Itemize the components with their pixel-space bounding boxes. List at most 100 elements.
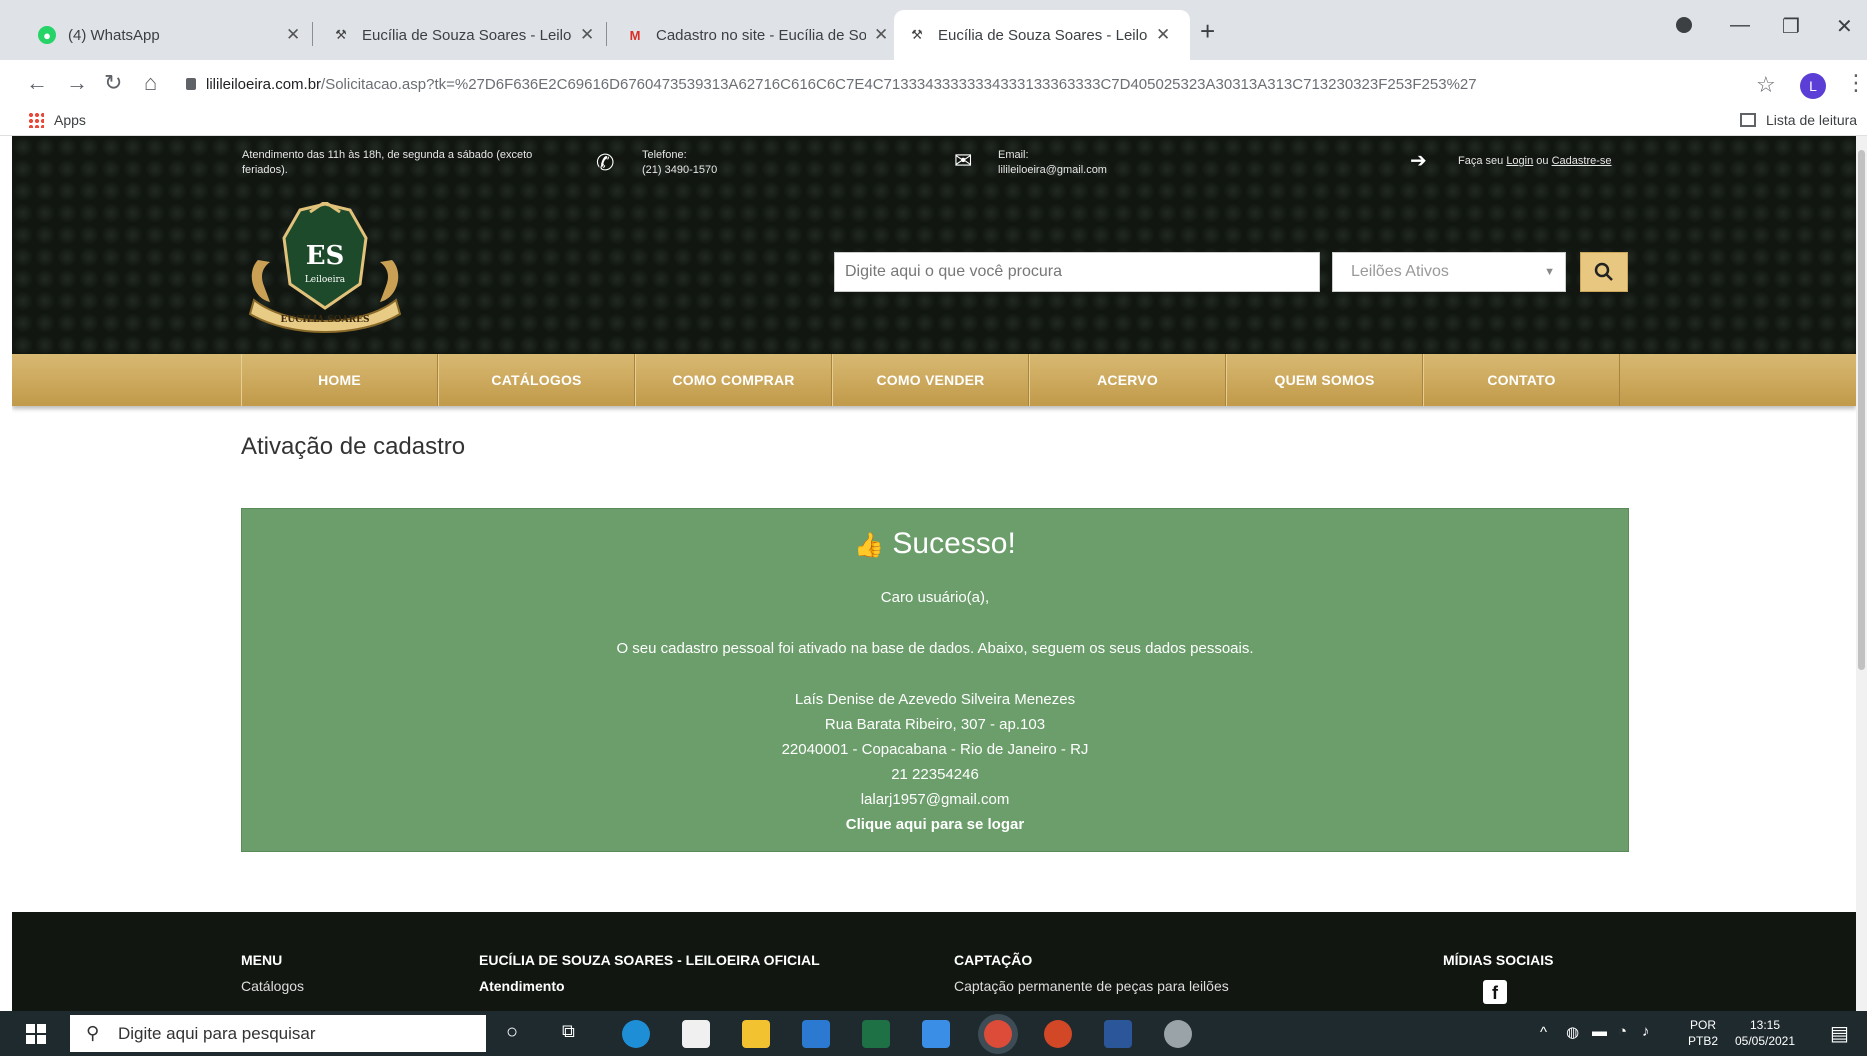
nav-como-vender[interactable]: COMO VENDER [832, 354, 1029, 406]
close-tab-icon[interactable]: ✕ [580, 25, 594, 45]
reload-icon[interactable]: ↻ [104, 70, 122, 96]
footer-capture-text: Captação permanente de peças para leilõe… [954, 978, 1229, 994]
tab-leiloeira-active[interactable]: ⚒ Eucília de Souza Soares - Leiloei ✕ [894, 10, 1190, 60]
login-or: ou [1536, 155, 1549, 167]
footer-menu-title: MENU [241, 952, 283, 968]
battery-icon[interactable]: ▬ [1592, 1023, 1607, 1040]
edge-icon[interactable] [622, 1020, 650, 1048]
new-tab-button[interactable]: + [1200, 16, 1215, 47]
minimize-icon[interactable]: — [1730, 14, 1750, 37]
close-tab-icon[interactable]: ✕ [1156, 25, 1170, 45]
nav-contato[interactable]: CONTATO [1423, 354, 1620, 406]
reading-list-button[interactable]: Lista de leitura [1740, 112, 1857, 128]
footer-company-sub: Atendimento [479, 978, 565, 994]
facebook-icon[interactable]: f [1483, 980, 1507, 1004]
gavel-icon: ⚒ [911, 27, 923, 42]
volume-icon[interactable]: ♪ [1642, 1023, 1650, 1040]
email-address[interactable]: lilileiloeira@gmail.com [998, 163, 1107, 178]
whatsapp-icon: ● [38, 26, 56, 44]
tab-search-icon[interactable] [1676, 16, 1692, 39]
close-window-icon[interactable]: ✕ [1836, 14, 1853, 39]
paint-icon[interactable] [1164, 1020, 1192, 1048]
menu-kebab-icon[interactable]: ⋮ [1845, 70, 1867, 96]
wifi-icon[interactable]: ◔ [1618, 1023, 1627, 1040]
search-input[interactable]: Digite aqui o que você procura [834, 252, 1320, 292]
search-icon [1594, 262, 1613, 281]
nav-home[interactable]: HOME [241, 354, 438, 406]
opening-hours: Atendimento das 11h às 18h, de segunda a… [242, 149, 533, 176]
tab-gmail[interactable]: M Cadastro no site - Eucília de Sou ✕ [612, 10, 902, 60]
excel-icon[interactable] [862, 1020, 890, 1048]
notification-icon[interactable]: ▤ [1830, 1021, 1849, 1046]
forward-icon[interactable]: → [66, 70, 88, 96]
close-tab-icon[interactable]: ✕ [874, 25, 888, 45]
nav-acervo[interactable]: ACERVO [1029, 354, 1226, 406]
clock-time: 13:15 [1749, 1018, 1781, 1032]
windows-start-icon[interactable] [26, 1024, 46, 1044]
login-link-button[interactable]: Clique aqui para se logar [242, 816, 1628, 833]
signup-link[interactable]: Cadastre-se [1552, 155, 1612, 167]
tab-whatsapp[interactable]: ● (4) WhatsApp ✕ [24, 10, 314, 60]
tab-title: Eucília de Souza Soares - Leiloei [938, 26, 1148, 44]
nav-catalogos[interactable]: CATÁLOGOS [438, 354, 635, 406]
bookmark-star-icon[interactable]: ☆ [1756, 72, 1776, 98]
address-bar-row: ← → ↻ ⌂ lilileiloeira.com.br/Solicitacao… [0, 60, 1867, 110]
thumbs-up-icon: 👍 [854, 532, 885, 559]
logo-subtitle: Leiloeira [305, 275, 346, 285]
nav-como-comprar[interactable]: COMO COMPRAR [635, 354, 832, 406]
auction-filter-select[interactable]: Leilões Ativos ▼ [1332, 252, 1566, 292]
store-icon[interactable] [682, 1020, 710, 1048]
file-explorer-icon[interactable] [742, 1020, 770, 1048]
taskbar-search-input[interactable]: ⚲ Digite aqui para pesquisar [70, 1015, 486, 1052]
apps-label: Apps [54, 112, 86, 128]
taskbar-search-placeholder: Digite aqui para pesquisar [118, 1024, 316, 1043]
mail-icon[interactable] [802, 1020, 830, 1048]
sign-in-icon: ➔ [1410, 150, 1427, 172]
tray-arrow-icon[interactable]: ^ [1540, 1024, 1547, 1041]
gmail-icon: M [629, 27, 641, 43]
language-indicator[interactable]: POR PTB2 [1688, 1017, 1718, 1049]
search-icon: ⚲ [86, 1023, 100, 1043]
apps-bookmark[interactable]: Apps [28, 112, 86, 128]
back-icon[interactable]: ← [26, 70, 48, 96]
keyboard-layout: PTB2 [1688, 1034, 1719, 1048]
site-footer: MENU Catálogos EUCÍLIA DE SOUZA SOARES -… [12, 912, 1856, 1011]
word-icon[interactable] [1104, 1020, 1132, 1048]
scrollbar-thumb[interactable] [1858, 150, 1865, 670]
network-icon[interactable]: ◍ [1566, 1023, 1579, 1041]
lock-icon [186, 78, 196, 90]
tab-separator [312, 22, 313, 46]
phone-label: Telefone: [642, 149, 687, 161]
user-name: Laís Denise de Azevedo Silveira Menezes [794, 691, 1076, 708]
site-header: Atendimento das 11h às 18h, de segunda a… [12, 136, 1856, 354]
profile-avatar[interactable]: L [1800, 73, 1826, 99]
user-city: 22040001 - Copacabana - Rio de Janeiro -… [781, 741, 1089, 758]
powerpoint-icon[interactable] [1044, 1020, 1072, 1048]
phone-number: (21) 3490-1570 [642, 164, 718, 176]
logo-initials: ES [306, 241, 345, 271]
tab-leiloeira-1[interactable]: ⚒ Eucília de Souza Soares - Leiloei ✕ [318, 10, 608, 60]
footer-link-catalogos[interactable]: Catálogos [241, 978, 304, 994]
home-icon[interactable]: ⌂ [144, 70, 157, 96]
search-button[interactable] [1580, 252, 1628, 292]
nav-quem-somos[interactable]: QUEM SOMOS [1226, 354, 1423, 406]
user-phone: 21 22354246 [891, 766, 979, 783]
logo-ribbon-text: EUCILIA SOARES [281, 315, 370, 325]
url-path: /Solicitacao.asp?tk=%27D6F636E2C69616D67… [321, 76, 1477, 93]
alert-message: O seu cadastro pessoal foi ativado na ba… [616, 640, 1254, 657]
chrome-icon[interactable] [984, 1020, 1012, 1048]
tab-title: (4) WhatsApp [68, 26, 160, 44]
app-icon[interactable] [922, 1020, 950, 1048]
cortana-icon[interactable]: ○ [506, 1021, 518, 1044]
user-address: Rua Barata Ribeiro, 307 - ap.103 [824, 716, 1046, 733]
clock[interactable]: 13:15 05/05/2021 [1730, 1017, 1800, 1049]
reading-list-label: Lista de leitura [1766, 112, 1858, 128]
maximize-icon[interactable]: ❐ [1782, 14, 1800, 39]
task-view-icon[interactable]: ⧉ [562, 1021, 575, 1042]
close-tab-icon[interactable]: ✕ [286, 25, 300, 45]
windows-taskbar: ⚲ Digite aqui para pesquisar ○ ⧉ ^ ◍ ▬ ◔… [0, 1011, 1867, 1056]
success-alert: 👍 Sucesso! Caro usuário(a), O seu cadast… [241, 508, 1629, 852]
url-field[interactable]: lilileiloeira.com.br/Solicitacao.asp?tk=… [186, 70, 1718, 100]
site-logo[interactable]: ES Leiloeira EUCILIA SOARES [240, 202, 410, 334]
login-link[interactable]: Login [1506, 155, 1533, 167]
